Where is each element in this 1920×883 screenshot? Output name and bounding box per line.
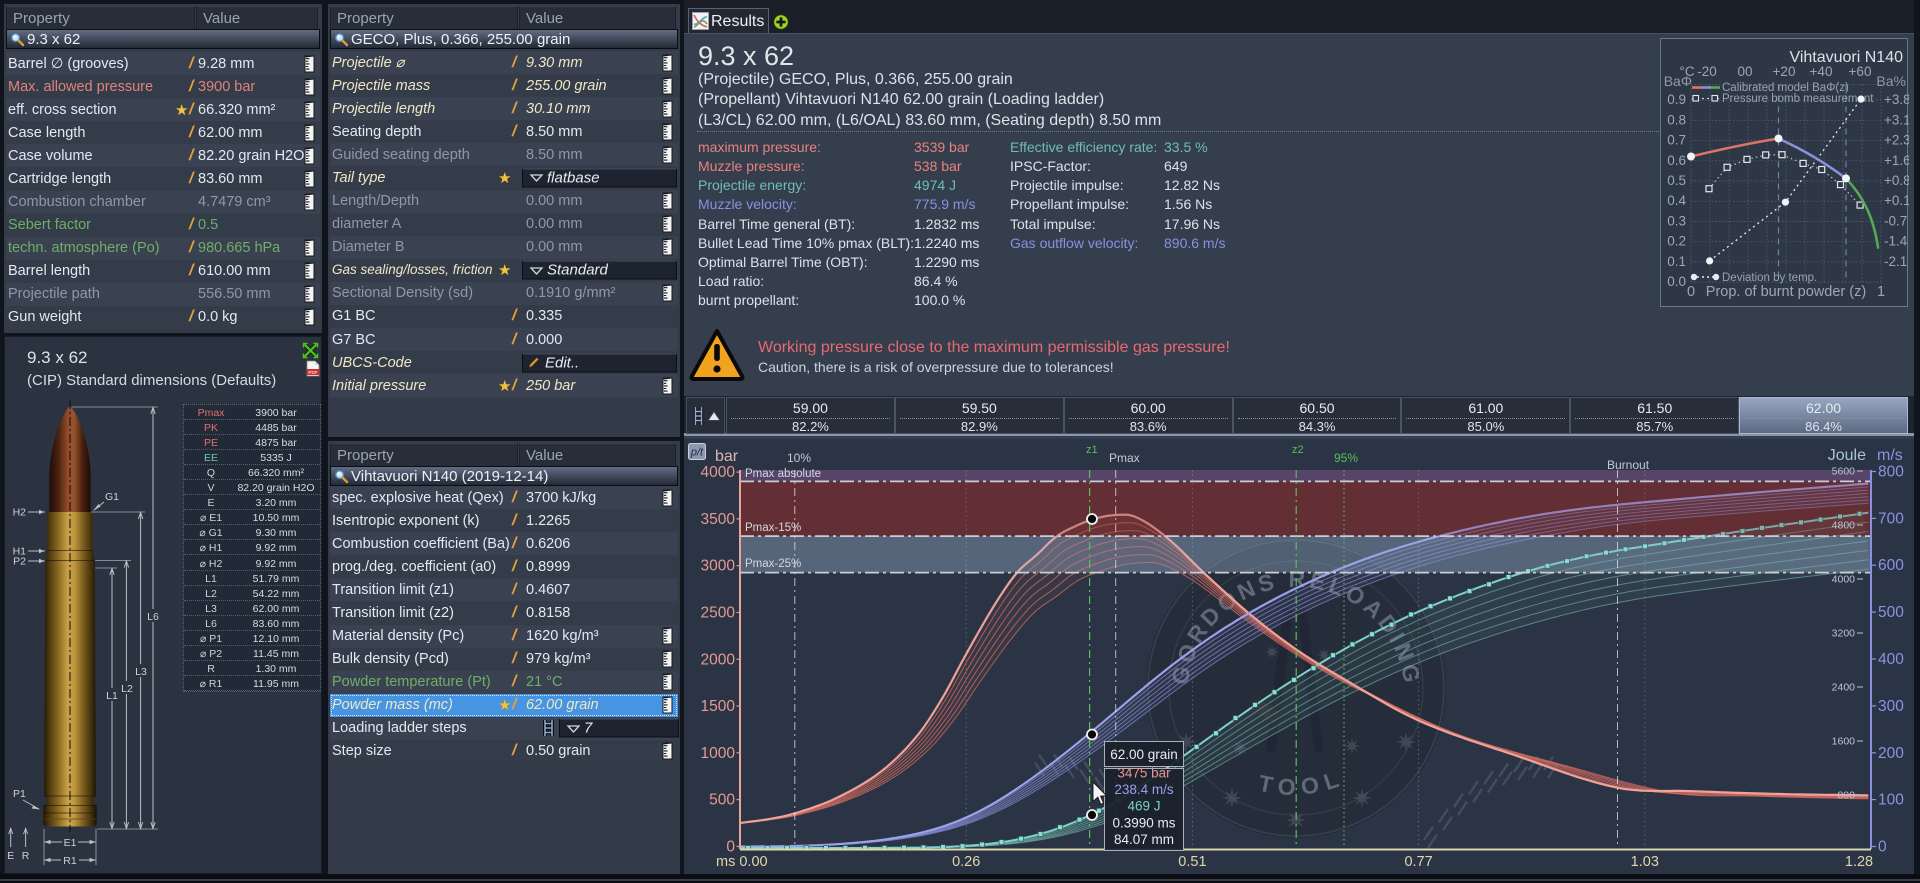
svg-text:0: 0: [1878, 839, 1887, 856]
svg-text:Prop. of burnt powder (z): Prop. of burnt powder (z): [1706, 284, 1866, 300]
svg-text:0.51: 0.51: [1178, 854, 1206, 870]
svg-text:0.4: 0.4: [1667, 193, 1686, 208]
svg-text:1: 1: [1877, 284, 1885, 300]
svg-text:0.7: 0.7: [1667, 133, 1686, 148]
svg-text:2400: 2400: [1832, 682, 1856, 694]
svg-text:ms 0.00: ms 0.00: [716, 854, 768, 870]
svg-text:800: 800: [1837, 790, 1855, 802]
svg-text:-1.4: -1.4: [1884, 234, 1908, 249]
svg-text:0.26: 0.26: [952, 854, 980, 870]
svg-text:4000: 4000: [701, 464, 736, 481]
svg-text:z1: z1: [1086, 444, 1098, 456]
svg-text:+20: +20: [1773, 64, 1796, 79]
svg-text:-0.7: -0.7: [1884, 213, 1907, 228]
svg-text:3475 bar: 3475 bar: [1117, 766, 1171, 781]
svg-text:Pmax-25%: Pmax-25%: [745, 558, 801, 570]
svg-text:00: 00: [1737, 64, 1752, 79]
svg-text:R1: R1: [63, 855, 77, 867]
svg-text:100: 100: [1878, 792, 1904, 809]
svg-text:1.03: 1.03: [1631, 854, 1659, 870]
svg-text:62.00 grain: 62.00 grain: [1110, 747, 1178, 762]
svg-text:Pmax absolute: Pmax absolute: [745, 468, 821, 480]
svg-text:1600: 1600: [1832, 736, 1856, 748]
svg-text:G1: G1: [105, 491, 119, 503]
svg-text:95%: 95%: [1334, 451, 1358, 465]
svg-text:+1.6: +1.6: [1884, 153, 1909, 168]
svg-text:0.8: 0.8: [1667, 112, 1686, 127]
svg-text:Pmax-15%: Pmax-15%: [745, 522, 801, 534]
svg-text:10%: 10%: [787, 451, 811, 465]
svg-text:E: E: [7, 850, 14, 862]
svg-text:+3.1: +3.1: [1884, 112, 1909, 127]
svg-text:P1: P1: [13, 788, 26, 800]
svg-text:3500: 3500: [701, 511, 736, 528]
svg-text:L2: L2: [121, 683, 133, 695]
svg-text:+3.8: +3.8: [1884, 92, 1909, 107]
svg-text:Vihtavuori N140: Vihtavuori N140: [1789, 49, 1903, 66]
svg-text:4000: 4000: [1832, 574, 1856, 586]
svg-text:2000: 2000: [701, 651, 736, 668]
svg-text:p/t: p/t: [690, 447, 704, 459]
svg-text:2500: 2500: [701, 605, 736, 622]
svg-text:0.5: 0.5: [1667, 173, 1686, 188]
svg-text:Burnout: Burnout: [1607, 458, 1650, 472]
svg-text:1500: 1500: [701, 698, 736, 715]
svg-text:700: 700: [1878, 510, 1904, 527]
svg-text:200: 200: [1878, 745, 1904, 762]
svg-text:R: R: [22, 850, 30, 862]
svg-text:+2.3: +2.3: [1884, 133, 1909, 148]
svg-text:P2: P2: [13, 556, 26, 568]
svg-text:800: 800: [1878, 464, 1904, 481]
svg-text:+0.8: +0.8: [1884, 173, 1909, 188]
svg-text:+60: +60: [1849, 64, 1872, 79]
svg-text:°C: °C: [1679, 64, 1694, 79]
svg-text:0.1: 0.1: [1667, 254, 1686, 269]
svg-text:L1: L1: [106, 690, 118, 702]
svg-text:-2.1: -2.1: [1884, 254, 1907, 269]
svg-text:0.3990 ms: 0.3990 ms: [1112, 815, 1175, 830]
svg-text:E1: E1: [64, 837, 77, 849]
svg-text:5600: 5600: [1832, 466, 1856, 478]
svg-text:238.4 m/s: 238.4 m/s: [1114, 782, 1174, 797]
svg-text:bar: bar: [715, 448, 739, 465]
svg-text:84.07 mm: 84.07 mm: [1114, 832, 1174, 847]
svg-text:Joule: Joule: [1828, 447, 1866, 464]
svg-text:0.2: 0.2: [1667, 234, 1686, 249]
svg-text:500: 500: [709, 792, 735, 809]
svg-text:H2: H2: [13, 507, 27, 519]
svg-text:m/s: m/s: [1877, 447, 1903, 464]
svg-text:4800: 4800: [1832, 520, 1856, 532]
svg-text:3000: 3000: [701, 558, 736, 575]
svg-text:z2: z2: [1292, 444, 1304, 456]
svg-text:400: 400: [1878, 651, 1904, 668]
svg-text:Deviation by temp.: Deviation by temp.: [1722, 272, 1817, 284]
svg-text:0: 0: [726, 838, 735, 855]
svg-text:600: 600: [1878, 557, 1904, 574]
svg-text:0.6: 0.6: [1667, 153, 1686, 168]
svg-text:-20: -20: [1697, 64, 1717, 79]
svg-text:0.0: 0.0: [1667, 274, 1686, 289]
svg-text:0.77: 0.77: [1404, 854, 1432, 870]
svg-text:Pressure bomb measurement: Pressure bomb measurement: [1722, 93, 1874, 105]
svg-text:1.28: 1.28: [1845, 854, 1873, 870]
svg-text:3200: 3200: [1832, 628, 1856, 640]
svg-text:0.9: 0.9: [1667, 92, 1686, 107]
svg-text:1000: 1000: [701, 745, 736, 762]
svg-text:500: 500: [1878, 604, 1904, 621]
svg-text:469 J: 469 J: [1127, 799, 1160, 814]
svg-text:Ba%: Ba%: [1876, 73, 1906, 89]
svg-text:0.3: 0.3: [1667, 213, 1686, 228]
svg-text:L6: L6: [147, 611, 159, 623]
svg-text:+40: +40: [1810, 64, 1833, 79]
svg-text:300: 300: [1878, 698, 1904, 715]
svg-text:0: 0: [1687, 284, 1695, 300]
svg-text:Pmax: Pmax: [1109, 451, 1140, 465]
svg-text:+0.1: +0.1: [1884, 193, 1909, 208]
svg-text:L3: L3: [135, 666, 147, 678]
